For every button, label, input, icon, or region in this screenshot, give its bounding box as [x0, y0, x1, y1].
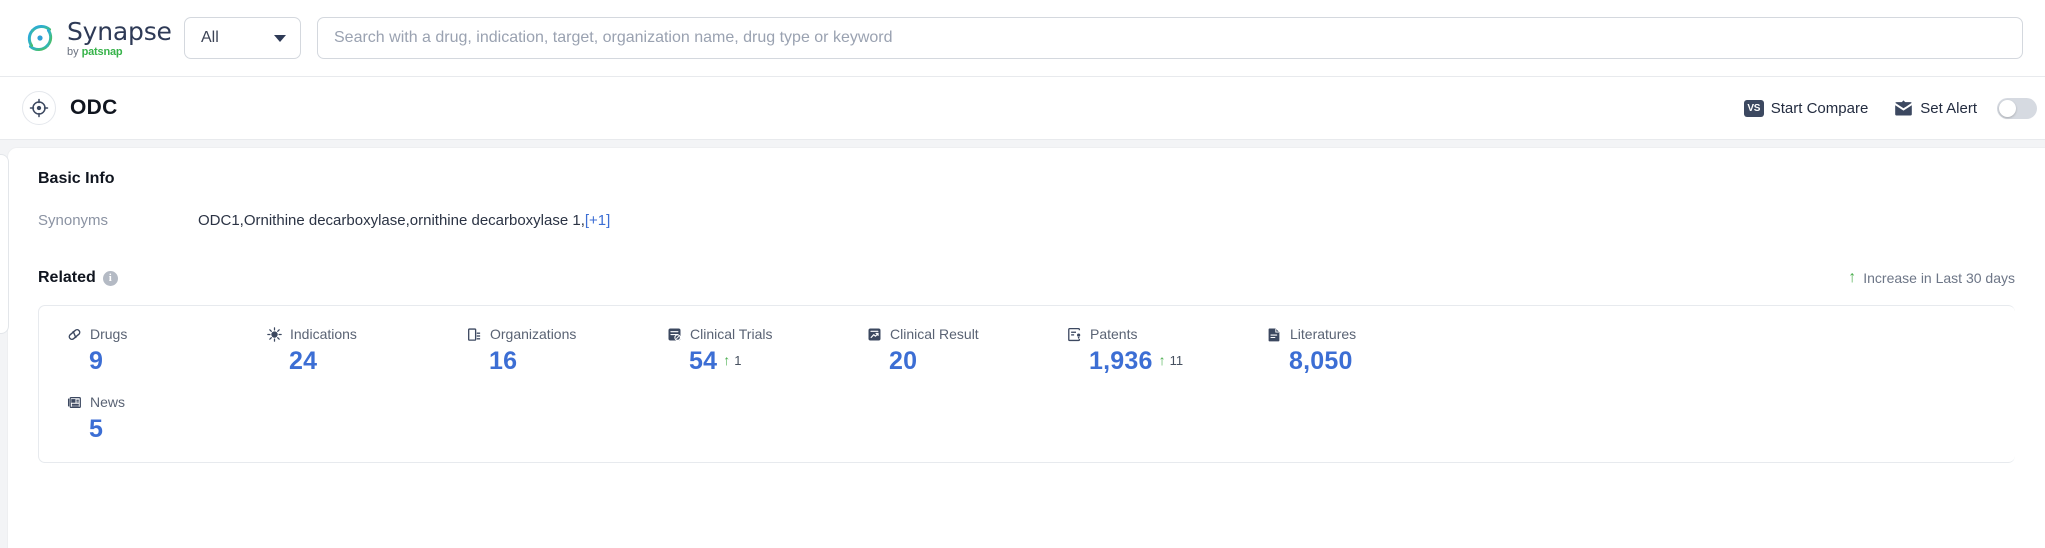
content-area: Basic Info Synonyms ODC1,Ornithine decar… — [0, 140, 2045, 548]
related-title: Related — [38, 269, 96, 287]
stat-value-row: 16 — [467, 347, 667, 376]
synonyms-label: Synonyms — [38, 212, 198, 229]
synonyms-value: ODC1,Ornithine decarboxylase,ornithine d… — [198, 212, 610, 229]
synonyms-text: ODC1,Ornithine decarboxylase,ornithine d… — [198, 212, 585, 229]
stat-head: Patents — [1067, 326, 1267, 342]
stat-value: 20 — [889, 347, 917, 376]
start-compare-button[interactable]: VS Start Compare — [1744, 100, 1869, 117]
related-header: Related i ↑ Increase in Last 30 days — [38, 269, 2015, 287]
synapse-logo[interactable]: Synapse by patsnap — [22, 19, 162, 58]
stat-label: Indications — [290, 326, 357, 342]
brand-byline-prefix: by — [67, 47, 79, 58]
stat-label: Clinical Result — [890, 326, 979, 342]
search-scope-value: All — [201, 29, 219, 47]
patent-icon — [1067, 327, 1082, 342]
stat-value-row: 1,936 ↑ 11 — [1067, 347, 1267, 376]
virus-icon — [267, 327, 282, 342]
search-input[interactable] — [334, 29, 2006, 47]
sidebar-collapse-handle[interactable] — [0, 154, 9, 334]
detail-panel: Basic Info Synonyms ODC1,Ornithine decar… — [8, 148, 2045, 548]
increase-legend-label: Increase in Last 30 days — [1863, 270, 2015, 286]
synonyms-more-link[interactable]: [+1] — [585, 212, 610, 229]
stat-indications[interactable]: Indications 24 — [267, 326, 467, 376]
stat-label: News — [90, 394, 125, 410]
arrow-up-icon: ↑ — [1848, 270, 1856, 286]
stat-value-row: 9 — [67, 347, 267, 376]
pill-capsule-icon — [67, 327, 82, 342]
stat-head: Literatures — [1267, 326, 1467, 342]
stat-value: 5 — [89, 415, 103, 444]
entity-identity: ODC — [22, 91, 118, 125]
stat-delta: ↑ 1 — [723, 353, 741, 368]
target-crosshair-icon — [22, 91, 56, 125]
entity-actions: VS Start Compare Set Alert — [1744, 98, 2045, 119]
brand-name: Synapse — [67, 19, 172, 44]
set-alert-label: Set Alert — [1920, 100, 1977, 117]
stat-head: Clinical Result — [867, 326, 1067, 342]
stat-head: Indications — [267, 326, 467, 342]
info-icon[interactable]: i — [103, 271, 118, 286]
entity-header: ODC VS Start Compare Set Alert — [0, 77, 2045, 140]
chevron-down-icon — [274, 35, 286, 42]
arrow-up-icon: ↑ — [1159, 353, 1166, 367]
stat-clinical-result[interactable]: Clinical Result 20 — [867, 326, 1067, 376]
stat-head: Organizations — [467, 326, 667, 342]
stat-label: Literatures — [1290, 326, 1356, 342]
stat-value-row: 5 — [67, 415, 267, 444]
brand-byline-name: patsnap — [82, 47, 123, 58]
stat-patents[interactable]: Patents 1,936 ↑ 11 — [1067, 326, 1267, 376]
stat-value: 1,936 — [1089, 347, 1153, 376]
stat-organizations[interactable]: Organizations 16 — [467, 326, 667, 376]
stat-news[interactable]: News 5 — [67, 394, 267, 444]
toggle-knob — [1999, 100, 2016, 117]
stat-value-row: 54 ↑ 1 — [667, 347, 867, 376]
stat-value-row: 24 — [267, 347, 467, 376]
start-compare-label: Start Compare — [1771, 100, 1869, 117]
stat-literatures[interactable]: Literatures 8,050 — [1267, 326, 1467, 376]
stat-clinical-trials[interactable]: Clinical Trials 54 ↑ 1 — [667, 326, 867, 376]
stat-value: 54 — [689, 347, 717, 376]
stat-value: 16 — [489, 347, 517, 376]
increase-legend: ↑ Increase in Last 30 days — [1848, 270, 2015, 286]
stat-delta-value: 11 — [1170, 353, 1184, 368]
building-icon — [467, 327, 482, 342]
arrow-up-icon: ↑ — [723, 353, 730, 367]
stat-head: News — [67, 394, 267, 410]
set-alert-button[interactable]: Set Alert — [1894, 100, 1977, 117]
basic-info-title: Basic Info — [38, 170, 2015, 188]
stat-value: 24 — [289, 347, 317, 376]
stat-label: Clinical Trials — [690, 326, 772, 342]
stat-label: Organizations — [490, 326, 576, 342]
stat-value-row: 20 — [867, 347, 1067, 376]
set-alert-toggle[interactable] — [1997, 98, 2037, 119]
stat-head: Clinical Trials — [667, 326, 867, 342]
stat-delta: ↑ 11 — [1159, 353, 1184, 368]
stat-drugs[interactable]: Drugs 9 — [67, 326, 267, 376]
stat-value: 9 — [89, 347, 103, 376]
clinical-trial-icon — [667, 327, 682, 342]
brand-byline: by patsnap — [67, 47, 172, 58]
vs-badge-icon: VS — [1744, 100, 1764, 117]
stat-label: Patents — [1090, 326, 1137, 342]
search-box[interactable] — [317, 17, 2023, 59]
stat-label: Drugs — [90, 326, 127, 342]
stat-value: 8,050 — [1289, 347, 1353, 376]
search-scope-select[interactable]: All — [184, 17, 301, 59]
synapse-logo-icon — [22, 20, 58, 56]
stat-head: Drugs — [67, 326, 267, 342]
synonyms-row: Synonyms ODC1,Ornithine decarboxylase,or… — [38, 212, 2015, 229]
literature-icon — [1267, 327, 1282, 342]
related-stats-grid: Drugs 9 — [39, 326, 2015, 444]
clinical-result-icon — [867, 327, 882, 342]
mail-alert-icon — [1894, 100, 1913, 117]
stat-delta-value: 1 — [734, 353, 741, 368]
related-stats-card: Drugs 9 — [38, 305, 2015, 463]
news-icon — [67, 395, 82, 410]
stat-value-row: 8,050 — [1267, 347, 1467, 376]
global-header: Synapse by patsnap All — [0, 0, 2045, 77]
page-title: ODC — [70, 96, 118, 120]
